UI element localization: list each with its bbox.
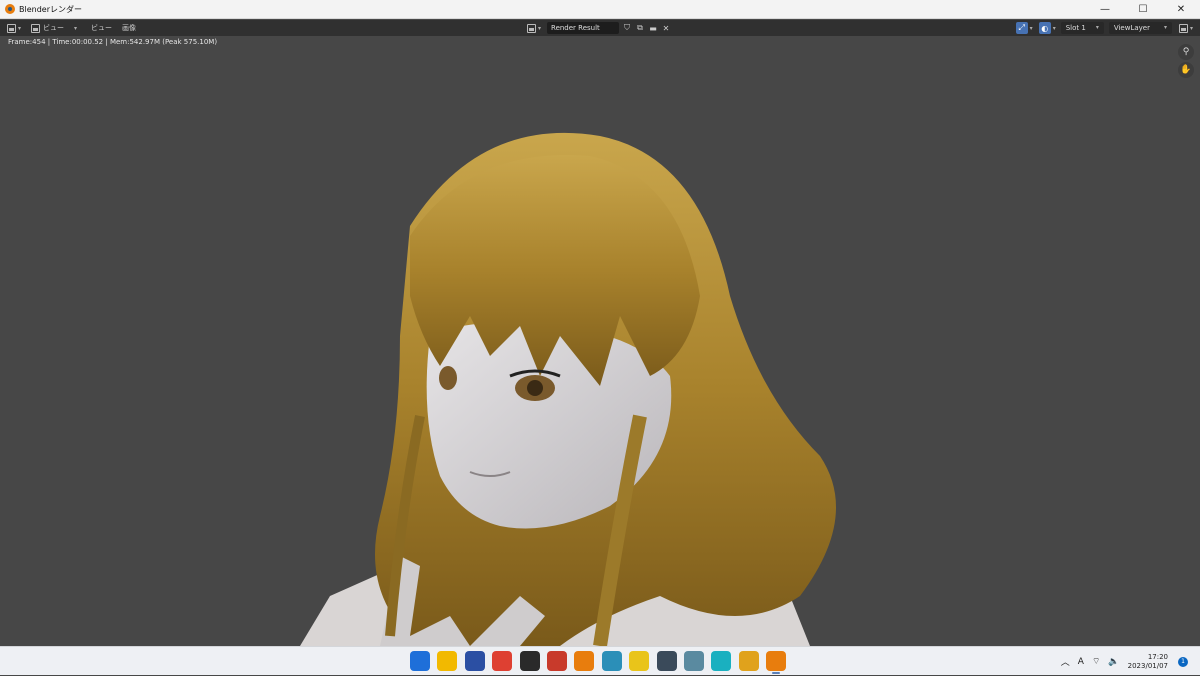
- open-folder-icon[interactable]: ▬: [648, 23, 658, 33]
- chevron-down-icon: ▾: [1189, 24, 1193, 32]
- window-controls: — ☐ ✕: [1086, 0, 1200, 19]
- unlink-close-icon[interactable]: ✕: [661, 23, 671, 33]
- chevron-down-icon: ▾: [18, 24, 22, 32]
- rendered-image: [300, 132, 836, 646]
- chevron-down-icon: ▾: [538, 24, 542, 32]
- view-mode-icon: [31, 23, 41, 33]
- slot-dropdown[interactable]: Slot 1 ▾: [1060, 22, 1104, 34]
- blender-app-icon: [5, 4, 15, 14]
- app-yellow-icon[interactable]: [629, 651, 650, 671]
- chrome-canary-icon[interactable]: [738, 651, 759, 671]
- render-viewport[interactable]: ⚲ ✋: [0, 36, 1200, 646]
- chevron-down-icon: ▾: [1163, 24, 1167, 31]
- notification-badge[interactable]: 1: [1178, 656, 1188, 667]
- chevron-down-icon: ▾: [74, 24, 78, 32]
- view-mode-label: ビュー: [43, 24, 65, 32]
- clock-time: 17:20: [1147, 652, 1168, 661]
- wifi-icon[interactable]: ⌔: [1092, 656, 1100, 667]
- slot-label: Slot 1: [1065, 24, 1086, 32]
- image-name-field[interactable]: Render Result: [547, 22, 620, 34]
- chevron-down-icon[interactable]: ▾: [1030, 25, 1033, 32]
- image-browse-group: ▾ Render Result ⛉ ⧉ ▬ ✕: [520, 21, 671, 35]
- image-editor-header: ▾ ビュー ▾ ビュー 画像 ▾ Render Result ⛉ ⧉ ▬ ✕ ⤢…: [0, 20, 1200, 36]
- blender-icon[interactable]: [574, 651, 595, 671]
- view-layer-label: ViewLayer: [1113, 24, 1150, 32]
- windows-start-icon[interactable]: [410, 651, 430, 671]
- render-stats: Frame:454 | Time:00:00.52 | Mem:542.97M …: [8, 38, 218, 46]
- file-explorer-icon[interactable]: [437, 651, 458, 671]
- maximize-button[interactable]: ☐: [1124, 0, 1162, 19]
- view-layer-dropdown[interactable]: ViewLayer ▾: [1108, 22, 1172, 34]
- chevron-down-icon: ▾: [1095, 24, 1099, 31]
- epic-games-icon[interactable]: [519, 651, 540, 671]
- clock[interactable]: 17:20 2023/01/07: [1128, 653, 1168, 671]
- chrome-icon[interactable]: [492, 651, 513, 671]
- overlay-toggle-icon[interactable]: ◐: [1038, 22, 1051, 34]
- display-channels-button[interactable]: ▾: [1176, 22, 1196, 34]
- shield-icon[interactable]: ⛉: [622, 23, 632, 33]
- close-button[interactable]: ✕: [1162, 0, 1200, 19]
- blender-active-icon[interactable]: [766, 651, 787, 674]
- app-blue-icon[interactable]: [464, 651, 485, 671]
- editor-type-button[interactable]: ▾: [4, 22, 24, 34]
- gizmo-toggle-icon[interactable]: ⤢: [1015, 22, 1028, 34]
- image-menu[interactable]: 画像: [119, 22, 139, 34]
- window-title: Blenderレンダー: [19, 4, 82, 14]
- image-editor-icon: [7, 23, 16, 33]
- view-menu[interactable]: ビュー: [88, 22, 115, 34]
- taskbar-apps: [410, 651, 793, 674]
- system-tray: ︿ A ⌔ 🔈 17:20 2023/01/07 1: [1061, 647, 1200, 676]
- app-cyan-icon[interactable]: [711, 651, 732, 671]
- zoom-gizmo-icon[interactable]: ⚲: [1178, 44, 1194, 60]
- app-teal-icon[interactable]: [601, 651, 622, 671]
- app-red-icon[interactable]: [546, 651, 567, 671]
- window-titlebar: Blenderレンダー — ☐ ✕: [0, 0, 1200, 19]
- new-image-icon[interactable]: ⧉: [635, 23, 645, 33]
- image-icon: [527, 23, 536, 33]
- windows-taskbar: ︿ A ⌔ 🔈 17:20 2023/01/07 1: [0, 646, 1200, 675]
- app-dark-icon[interactable]: [656, 651, 677, 671]
- ime-indicator[interactable]: A: [1078, 657, 1084, 667]
- chevron-down-icon[interactable]: ▾: [1053, 25, 1056, 32]
- display-channels-icon: [1178, 23, 1188, 33]
- browse-image-button[interactable]: ▾: [524, 22, 544, 34]
- app-character-icon[interactable]: [683, 651, 704, 671]
- chevron-up-icon[interactable]: ︿: [1061, 655, 1070, 668]
- header-right-group: ⤢ ▾ ◐ ▾ Slot 1 ▾ ViewLayer ▾ ▾: [1015, 21, 1196, 35]
- minimize-button[interactable]: —: [1086, 0, 1124, 19]
- volume-icon[interactable]: 🔈: [1108, 657, 1119, 667]
- view-mode-dropdown[interactable]: ビュー ▾: [28, 22, 80, 34]
- clock-date: 2023/01/07: [1127, 661, 1168, 670]
- pan-hand-icon[interactable]: ✋: [1178, 62, 1194, 78]
